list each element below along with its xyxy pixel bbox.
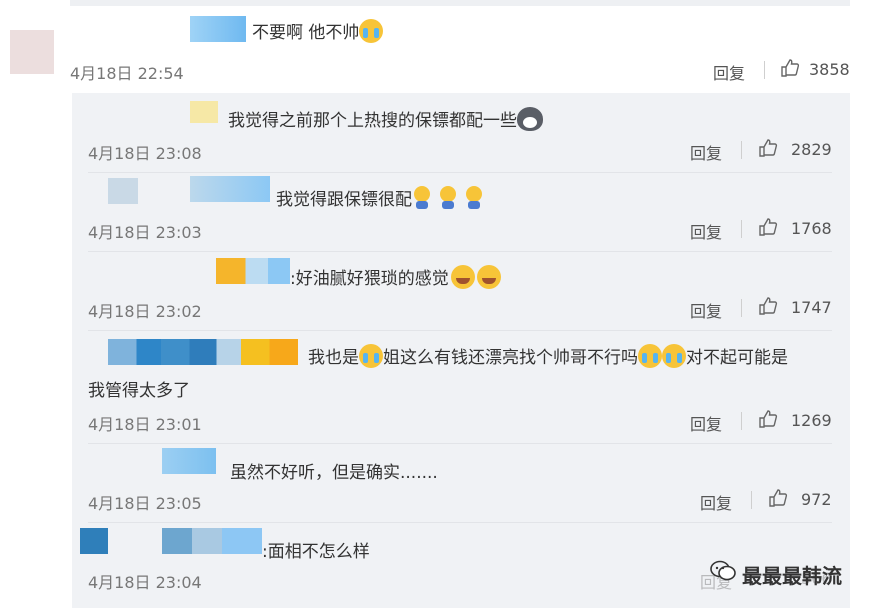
reply-button[interactable]: 回复	[713, 60, 745, 84]
reply-button[interactable]: 回复	[690, 411, 722, 435]
top-divider	[70, 0, 850, 6]
kid-emoji-icon	[438, 186, 458, 210]
separator	[751, 491, 752, 509]
separator	[741, 412, 742, 430]
reply-text-part: 我也是	[308, 348, 359, 368]
thumbs-up-icon[interactable]	[758, 409, 778, 429]
reply-button[interactable]: 回复	[690, 219, 722, 243]
like-count: 972	[801, 490, 832, 509]
reply-text: :好油腻好猥琐的感觉	[290, 264, 501, 289]
comment-text: 不要啊 他不帅	[252, 18, 384, 43]
kid-emoji-icon	[412, 186, 432, 210]
thumbs-up-icon[interactable]	[758, 296, 778, 316]
blurred-username[interactable]	[216, 258, 290, 284]
dog-emoji-icon	[517, 107, 543, 131]
wechat-icon	[710, 560, 736, 581]
reply-text: 我觉得之前那个上热搜的保镖都配一些	[228, 106, 543, 131]
divider	[88, 522, 832, 523]
blurred-avatar[interactable]	[108, 178, 138, 204]
separator	[764, 61, 765, 79]
reply-time: 4月18日 23:03	[88, 223, 202, 242]
kid-emoji-icon	[464, 186, 484, 210]
reply-text-continued: 我管得太多了	[88, 381, 190, 401]
thumbs-up-icon[interactable]	[758, 217, 778, 237]
reply-button[interactable]: 回复	[690, 140, 722, 164]
reply-text-content: 我觉得跟保镖很配	[276, 190, 412, 210]
separator	[741, 220, 742, 238]
blurred-avatar[interactable]	[80, 528, 108, 554]
divider	[88, 443, 832, 444]
like-count: 3858	[809, 60, 850, 79]
separator	[741, 141, 742, 159]
blurred-username[interactable]	[190, 101, 218, 123]
crying-emoji-icon	[638, 344, 662, 368]
like-count: 2829	[791, 140, 832, 159]
blurred-username[interactable]	[108, 339, 298, 365]
reply-text-part: 对不起可能是	[686, 348, 788, 368]
watermark-text: 最最最韩流	[742, 564, 842, 588]
divider	[88, 172, 832, 173]
reply-text: 我也是 姐这么有钱还漂亮找个帅哥不行吗 对不起可能是	[308, 343, 788, 368]
blurred-username[interactable]	[162, 528, 262, 554]
blurred-username[interactable]	[162, 448, 216, 474]
separator	[741, 299, 742, 317]
thumbs-up-icon[interactable]	[758, 138, 778, 158]
laughing-emoji-icon	[450, 265, 475, 289]
reply-time: 4月18日 23:02	[88, 302, 202, 321]
divider	[88, 251, 832, 252]
like-count: 1269	[791, 411, 832, 430]
laughing-emoji-icon	[476, 265, 501, 289]
reply-time: 4月18日 23:04	[88, 573, 202, 592]
crying-emoji-icon	[359, 344, 383, 368]
thumbs-up-icon[interactable]	[780, 58, 800, 78]
blurred-username[interactable]	[190, 16, 246, 42]
crying-emoji-icon	[359, 19, 384, 43]
reply-time: 4月18日 23:01	[88, 415, 202, 434]
divider	[88, 330, 832, 331]
reply-button[interactable]: 回复	[700, 490, 732, 514]
reply-text: 虽然不好听，但是确实.......	[230, 463, 438, 483]
reply-text: :面相不怎么样	[262, 542, 370, 562]
crying-emoji-icon	[662, 344, 686, 368]
reply-time: 4月18日 23:08	[88, 144, 202, 163]
comment-time: 4月18日 22:54	[70, 64, 184, 83]
thumbs-up-icon[interactable]	[768, 488, 788, 508]
reply-time: 4月18日 23:05	[88, 494, 202, 513]
reply-text-content: 我觉得之前那个上热搜的保镖都配一些	[228, 111, 517, 131]
reply-text-part: 姐这么有钱还漂亮找个帅哥不行吗	[383, 348, 638, 368]
like-count: 1768	[791, 219, 832, 238]
reply-button[interactable]: 回复	[690, 298, 722, 322]
comment-text-content: 不要啊 他不帅	[252, 23, 360, 43]
reply-text: 我觉得跟保镖很配	[276, 185, 490, 210]
avatar[interactable]	[10, 30, 54, 74]
reply-text-content: :好油腻好猥琐的感觉	[290, 269, 449, 289]
like-count: 1747	[791, 298, 832, 317]
blurred-username[interactable]	[190, 176, 270, 202]
